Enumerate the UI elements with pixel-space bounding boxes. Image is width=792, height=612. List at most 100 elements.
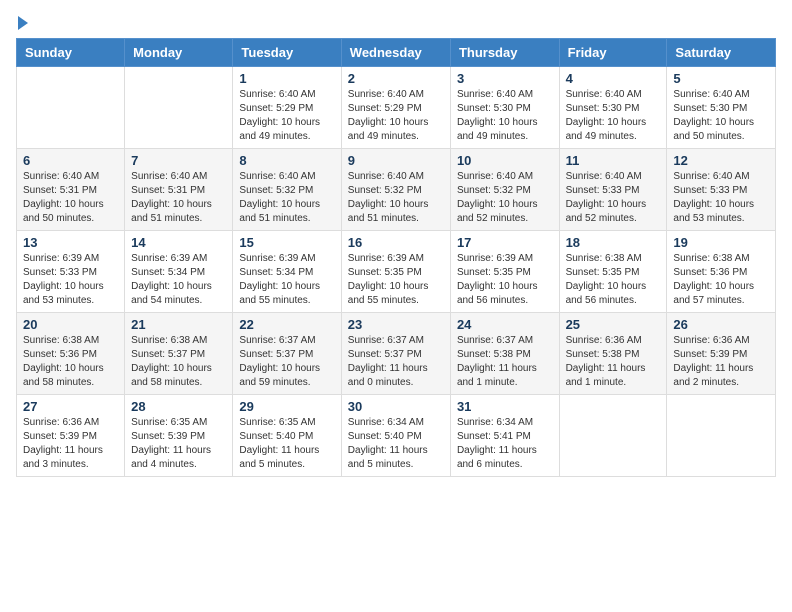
day-info: Sunrise: 6:34 AM Sunset: 5:40 PM Dayligh… [348,416,444,472]
calendar-cell: 16 Sunrise: 6:39 AM Sunset: 5:35 PM Dayli… [341,231,450,313]
day-info: Sunrise: 6:39 AM Sunset: 5:34 PM Dayligh… [239,252,334,308]
calendar-cell: 2 Sunrise: 6:40 AM Sunset: 5:29 PM Daylig… [341,67,450,149]
calendar-cell: 20Sunrise: 6:38 AM Sunset: 5:36 PM Dayli… [17,313,125,395]
day-info: Sunrise: 6:39 AM Sunset: 5:34 PM Dayligh… [131,252,226,308]
day-number: 1 [239,71,334,86]
calendar-cell [667,395,776,477]
day-info: Sunrise: 6:39 AM Sunset: 5:35 PM Dayligh… [457,252,553,308]
day-number: 31 [457,399,553,414]
day-info: Sunrise: 6:40 AM Sunset: 5:32 PM Dayligh… [457,170,553,226]
calendar-cell [559,395,667,477]
calendar-cell: 28 Sunrise: 6:35 AM Sunset: 5:39 PM Dayli… [125,395,233,477]
logo [16,16,30,26]
calendar-cell: 15Sunrise: 6:39 AM Sunset: 5:34 PM Dayli… [233,231,341,313]
calendar-cell: 14 Sunrise: 6:39 AM Sunset: 5:34 PM Dayli… [125,231,233,313]
day-number: 2 [348,71,444,86]
weekday-header-sunday: Sunday [17,39,125,67]
day-number: 27 [23,399,118,414]
calendar-cell: 5Sunrise: 6:40 AM Sunset: 5:30 PM Daylig… [667,67,776,149]
day-number: 19 [673,235,769,250]
weekday-header-monday: Monday [125,39,233,67]
day-info: Sunrise: 6:39 AM Sunset: 5:33 PM Dayligh… [23,252,118,308]
day-info: Sunrise: 6:35 AM Sunset: 5:39 PM Dayligh… [131,416,226,472]
day-number: 29 [239,399,334,414]
calendar-cell: 4 Sunrise: 6:40 AM Sunset: 5:30 PM Daylig… [559,67,667,149]
day-info: Sunrise: 6:40 AM Sunset: 5:29 PM Dayligh… [348,88,444,144]
calendar-cell: 24 Sunrise: 6:37 AM Sunset: 5:38 PM Dayli… [450,313,559,395]
calendar-table: SundayMondayTuesdayWednesdayThursdayFrid… [16,38,776,477]
calendar-cell: 26 Sunrise: 6:36 AM Sunset: 5:39 PM Dayli… [667,313,776,395]
week-row-3: 13 Sunrise: 6:39 AM Sunset: 5:33 PM Dayli… [17,231,776,313]
day-number: 13 [23,235,118,250]
day-info: Sunrise: 6:40 AM Sunset: 5:30 PM Dayligh… [457,88,553,144]
logo-arrow-icon [18,16,28,30]
weekday-header-saturday: Saturday [667,39,776,67]
day-info: Sunrise: 6:35 AM Sunset: 5:40 PM Dayligh… [239,416,334,472]
week-row-5: 27Sunrise: 6:36 AM Sunset: 5:39 PM Dayli… [17,395,776,477]
day-info: Sunrise: 6:37 AM Sunset: 5:37 PM Dayligh… [348,334,444,390]
calendar-cell: 17 Sunrise: 6:39 AM Sunset: 5:35 PM Dayli… [450,231,559,313]
day-number: 25 [566,317,661,332]
calendar-cell: 7Sunrise: 6:40 AM Sunset: 5:31 PM Daylig… [125,149,233,231]
day-info: Sunrise: 6:40 AM Sunset: 5:33 PM Dayligh… [566,170,661,226]
day-number: 26 [673,317,769,332]
day-number: 6 [23,153,118,168]
day-info: Sunrise: 6:40 AM Sunset: 5:30 PM Dayligh… [673,88,769,144]
day-info: Sunrise: 6:39 AM Sunset: 5:35 PM Dayligh… [348,252,444,308]
day-info: Sunrise: 6:40 AM Sunset: 5:32 PM Dayligh… [239,170,334,226]
day-number: 22 [239,317,334,332]
day-info: Sunrise: 6:37 AM Sunset: 5:37 PM Dayligh… [239,334,334,390]
day-info: Sunrise: 6:40 AM Sunset: 5:31 PM Dayligh… [23,170,118,226]
day-info: Sunrise: 6:38 AM Sunset: 5:35 PM Dayligh… [566,252,661,308]
calendar-cell: 22 Sunrise: 6:37 AM Sunset: 5:37 PM Dayli… [233,313,341,395]
day-info: Sunrise: 6:38 AM Sunset: 5:37 PM Dayligh… [131,334,226,390]
week-row-1: 1 Sunrise: 6:40 AM Sunset: 5:29 PM Daylig… [17,67,776,149]
day-number: 16 [348,235,444,250]
day-number: 14 [131,235,226,250]
day-info: Sunrise: 6:40 AM Sunset: 5:33 PM Dayligh… [673,170,769,226]
calendar-cell: 10 Sunrise: 6:40 AM Sunset: 5:32 PM Dayli… [450,149,559,231]
calendar-cell: 31 Sunrise: 6:34 AM Sunset: 5:41 PM Dayli… [450,395,559,477]
day-info: Sunrise: 6:38 AM Sunset: 5:36 PM Dayligh… [673,252,769,308]
calendar-cell: 6 Sunrise: 6:40 AM Sunset: 5:31 PM Daylig… [17,149,125,231]
calendar-cell: 21 Sunrise: 6:38 AM Sunset: 5:37 PM Dayli… [125,313,233,395]
calendar-cell: 12 Sunrise: 6:40 AM Sunset: 5:33 PM Dayli… [667,149,776,231]
calendar-cell: 19 Sunrise: 6:38 AM Sunset: 5:36 PM Dayli… [667,231,776,313]
calendar-cell: 11 Sunrise: 6:40 AM Sunset: 5:33 PM Dayli… [559,149,667,231]
week-row-4: 20Sunrise: 6:38 AM Sunset: 5:36 PM Dayli… [17,313,776,395]
day-number: 21 [131,317,226,332]
calendar-cell: 9Sunrise: 6:40 AM Sunset: 5:32 PM Daylig… [341,149,450,231]
day-number: 11 [566,153,661,168]
day-number: 17 [457,235,553,250]
day-info: Sunrise: 6:36 AM Sunset: 5:39 PM Dayligh… [673,334,769,390]
day-number: 10 [457,153,553,168]
calendar-cell: 27Sunrise: 6:36 AM Sunset: 5:39 PM Dayli… [17,395,125,477]
calendar-cell [17,67,125,149]
day-number: 24 [457,317,553,332]
weekday-header-friday: Friday [559,39,667,67]
weekday-header-thursday: Thursday [450,39,559,67]
day-info: Sunrise: 6:40 AM Sunset: 5:31 PM Dayligh… [131,170,226,226]
calendar-cell: 29 Sunrise: 6:35 AM Sunset: 5:40 PM Dayli… [233,395,341,477]
calendar-cell: 13 Sunrise: 6:39 AM Sunset: 5:33 PM Dayli… [17,231,125,313]
weekday-header-tuesday: Tuesday [233,39,341,67]
calendar-cell: 25Sunrise: 6:36 AM Sunset: 5:38 PM Dayli… [559,313,667,395]
day-info: Sunrise: 6:40 AM Sunset: 5:30 PM Dayligh… [566,88,661,144]
day-number: 4 [566,71,661,86]
day-number: 20 [23,317,118,332]
day-number: 8 [239,153,334,168]
day-info: Sunrise: 6:34 AM Sunset: 5:41 PM Dayligh… [457,416,553,472]
weekday-header-wednesday: Wednesday [341,39,450,67]
day-number: 28 [131,399,226,414]
page-header [16,16,776,26]
day-info: Sunrise: 6:37 AM Sunset: 5:38 PM Dayligh… [457,334,553,390]
day-number: 23 [348,317,444,332]
calendar-cell: 30Sunrise: 6:34 AM Sunset: 5:40 PM Dayli… [341,395,450,477]
day-number: 3 [457,71,553,86]
day-number: 12 [673,153,769,168]
calendar-cell: 1Sunrise: 6:40 AM Sunset: 5:29 PM Daylig… [233,67,341,149]
calendar-cell: 23 Sunrise: 6:37 AM Sunset: 5:37 PM Dayli… [341,313,450,395]
day-number: 18 [566,235,661,250]
calendar-cell: 3 Sunrise: 6:40 AM Sunset: 5:30 PM Daylig… [450,67,559,149]
week-row-2: 6 Sunrise: 6:40 AM Sunset: 5:31 PM Daylig… [17,149,776,231]
